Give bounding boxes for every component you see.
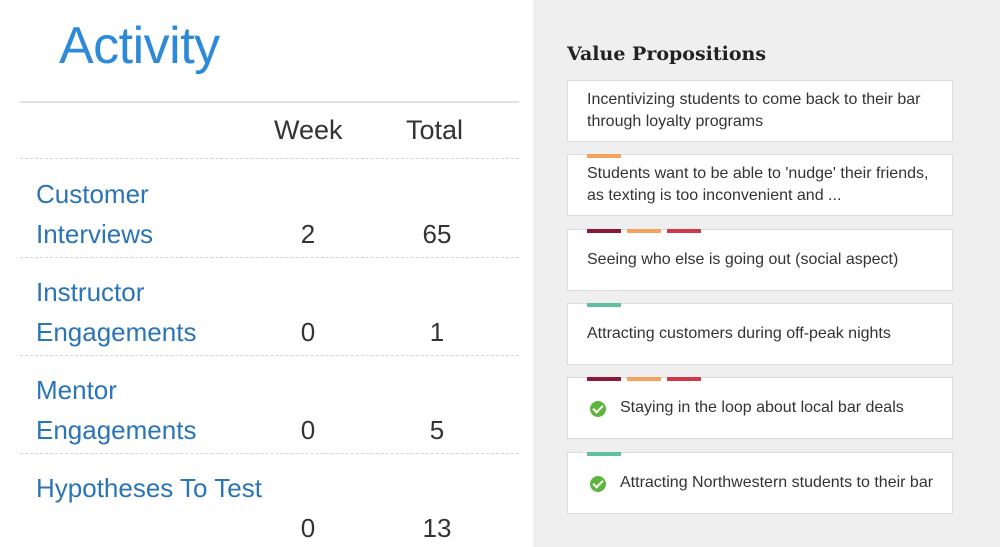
activity-row-customer-interviews: Customer Interviews 2 65 — [20, 160, 519, 258]
activity-row-instructor-engagements: Instructor Engagements 0 1 — [20, 258, 519, 356]
activity-row-hypotheses-to-test: Hypotheses To Test 0 13 — [20, 454, 519, 547]
activity-label-link[interactable]: Customer Interviews — [36, 174, 266, 254]
activity-title: Activity — [59, 17, 220, 75]
header-divider — [20, 158, 519, 159]
total-count: 1 — [429, 317, 445, 347]
card-text: Attracting customers during off-peak nig… — [587, 325, 891, 342]
tag-stripe — [587, 452, 621, 456]
card-text: Incentivizing students to come back to t… — [587, 91, 921, 130]
week-count: 0 — [300, 317, 316, 347]
check-circle-icon — [590, 476, 606, 492]
value-propositions-title: Value Propositions — [567, 43, 767, 65]
value-proposition-card[interactable]: Incentivizing students to come back to t… — [567, 80, 953, 142]
card-text: Seeing who else is going out (social asp… — [587, 251, 899, 268]
activity-label-link[interactable]: Instructor Engagements — [36, 272, 266, 352]
week-count: 2 — [300, 219, 316, 249]
check-circle-icon — [590, 401, 606, 417]
value-proposition-card[interactable]: Attracting customers during off-peak nig… — [567, 303, 953, 365]
value-proposition-card[interactable]: Staying in the loop about local bar deal… — [567, 377, 953, 439]
total-count: 5 — [429, 415, 445, 445]
value-proposition-card[interactable]: Students want to be able to 'nudge' thei… — [567, 154, 953, 216]
value-proposition-card[interactable]: Seeing who else is going out (social asp… — [567, 229, 953, 291]
total-column-header: Total — [406, 115, 464, 145]
value-propositions-panel: Value Propositions Incentivizing student… — [533, 0, 1000, 547]
activity-label-link[interactable]: Mentor Engagements — [36, 370, 266, 450]
total-count: 65 — [422, 219, 452, 249]
title-divider — [20, 101, 519, 103]
activity-panel: Activity Week Total Customer Interviews … — [0, 0, 533, 547]
card-text: Staying in the loop about local bar deal… — [620, 399, 904, 416]
activity-label-link[interactable]: Hypotheses To Test — [36, 468, 266, 508]
card-text: Students want to be able to 'nudge' thei… — [587, 165, 929, 204]
tag-stripe — [587, 377, 621, 381]
activity-row-mentor-engagements: Mentor Engagements 0 5 — [20, 356, 519, 454]
week-count: 0 — [300, 415, 316, 445]
total-count: 13 — [422, 513, 452, 543]
card-text: Attracting Northwestern students to thei… — [620, 474, 934, 491]
week-count: 0 — [300, 513, 316, 543]
week-column-header: Week — [274, 115, 343, 145]
value-proposition-card[interactable]: Attracting Northwestern students to thei… — [567, 452, 953, 514]
